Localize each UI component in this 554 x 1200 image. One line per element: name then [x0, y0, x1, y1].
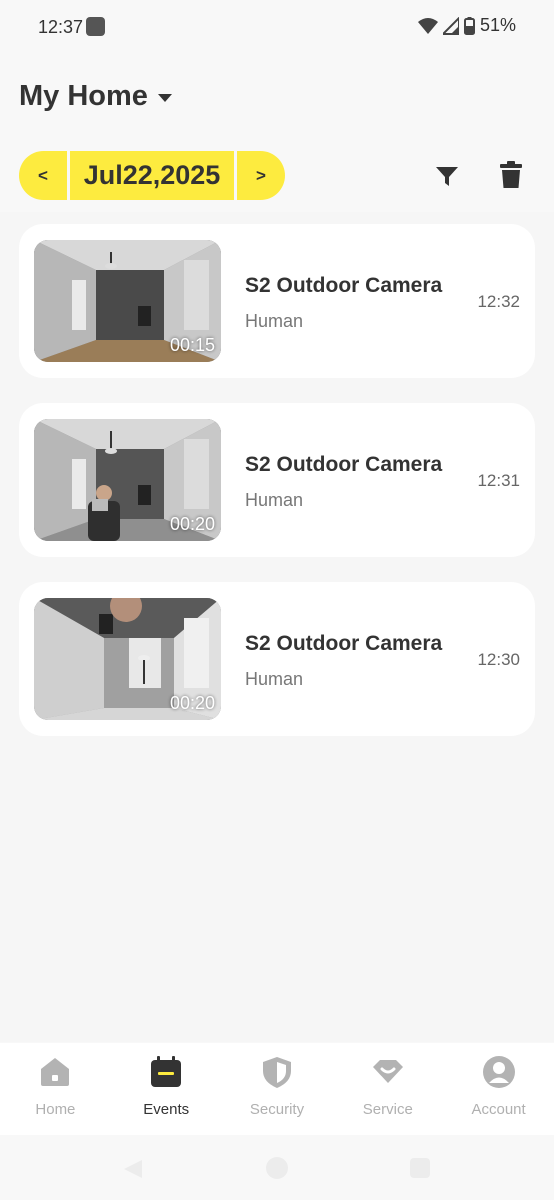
nav-label: Security: [249, 1101, 305, 1118]
event-camera-name: S2 Outdoor Camera: [245, 274, 443, 297]
nav-label: Service: [362, 1101, 413, 1118]
video-duration: 00:20: [169, 514, 215, 534]
event-camera-name: S2 Outdoor Camera: [245, 453, 443, 476]
event-thumbnail[interactable]: 00:15: [34, 240, 221, 362]
signal-icon: [442, 16, 459, 35]
nav-item-events[interactable]: Events: [111, 1043, 222, 1135]
nav-label: Home: [35, 1101, 76, 1118]
bottom-nav: Home Events Security Service Account: [0, 1043, 554, 1135]
next-date-button[interactable]: >: [237, 151, 285, 200]
events-screen: 12:37 51% My Home < Jul22,2025 > 00:15 S…: [0, 0, 554, 1200]
trash-icon[interactable]: [497, 160, 525, 190]
nav-item-account[interactable]: Account: [443, 1043, 554, 1135]
event-time: 12:31: [477, 471, 520, 490]
event-type: Human: [245, 490, 304, 510]
system-home-icon[interactable]: [266, 1157, 288, 1179]
back-icon[interactable]: [122, 1158, 144, 1180]
home-title: My Home: [19, 80, 148, 112]
wifi-icon: [417, 17, 438, 34]
battery-icon: [463, 16, 475, 35]
status-time: 12:37: [38, 17, 84, 37]
nav-item-home[interactable]: Home: [0, 1043, 111, 1135]
event-type: Human: [245, 669, 304, 689]
calendar-icon: [151, 1056, 182, 1087]
home-selector[interactable]: My Home: [19, 80, 172, 113]
event-card[interactable]: 00:15 S2 Outdoor Camera Human 12:32: [19, 224, 535, 378]
date-selector: < Jul22,2025 >: [19, 151, 288, 200]
nav-label: Events: [143, 1101, 190, 1118]
event-card[interactable]: 00:20 S2 Outdoor Camera Human 12:31: [19, 403, 535, 557]
video-duration: 00:15: [169, 335, 215, 355]
home-icon: [41, 1058, 70, 1086]
nav-item-security[interactable]: Security: [222, 1043, 333, 1135]
recents-icon[interactable]: [410, 1158, 430, 1178]
nav-label: Account: [471, 1101, 526, 1118]
event-camera-name: S2 Outdoor Camera: [245, 632, 443, 655]
shield-icon: [262, 1057, 291, 1088]
current-date[interactable]: Jul22,2025: [70, 151, 234, 200]
service-icon: [372, 1060, 403, 1083]
event-time: 12:32: [477, 292, 520, 311]
status-indicators: 51%: [417, 15, 516, 36]
event-type: Human: [245, 311, 304, 331]
event-card[interactable]: 00:20 S2 Outdoor Camera Human 12:30: [19, 582, 535, 736]
video-duration: 00:20: [169, 693, 215, 713]
nav-item-service[interactable]: Service: [332, 1043, 443, 1135]
filter-icon[interactable]: [433, 162, 461, 190]
battery-percent: 51%: [479, 15, 516, 35]
account-icon: [482, 1056, 515, 1088]
event-thumbnail[interactable]: 00:20: [34, 419, 221, 541]
previous-date-button[interactable]: <: [19, 151, 67, 200]
status-bar: 12:37 51%: [0, 0, 554, 56]
event-time: 12:30: [477, 650, 520, 669]
event-thumbnail[interactable]: 00:20: [34, 598, 221, 720]
notification-app-icon: [86, 17, 105, 36]
caret-down-icon: [157, 93, 172, 102]
event-list: 00:15 S2 Outdoor Camera Human 12:32 00:2…: [0, 212, 554, 1042]
